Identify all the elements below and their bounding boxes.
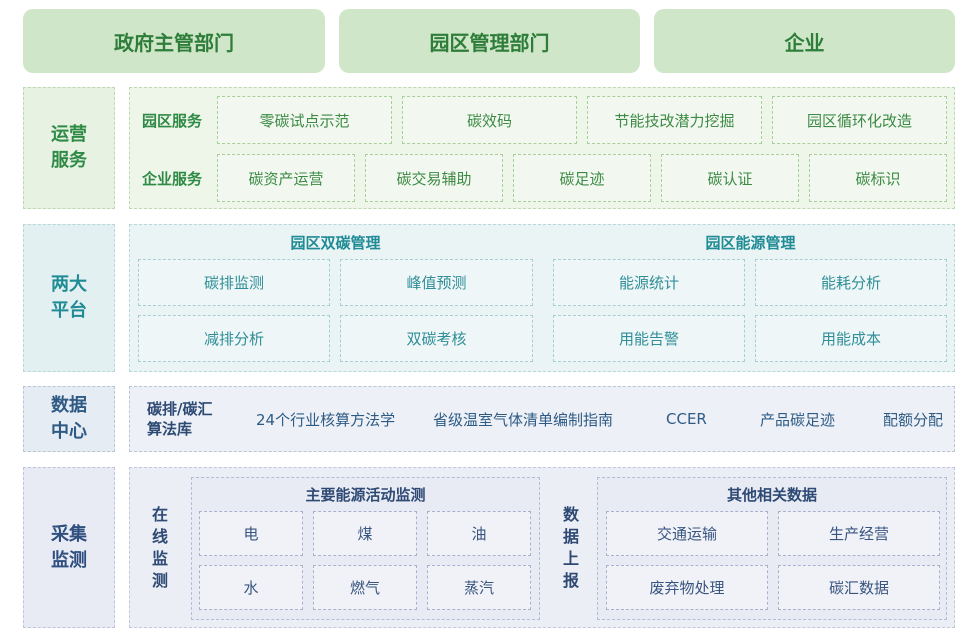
energy-monitoring-title: 主要能源活动监测 [305, 485, 426, 504]
other-data-title: 其他相关数据 [726, 485, 817, 504]
energy-item: 蒸汽 [427, 565, 531, 610]
platform-item: 峰值预测 [340, 259, 533, 306]
energy-item: 电 [199, 511, 303, 556]
enterprise-service-item: 碳足迹 [513, 154, 651, 202]
layer-label-data-center: 数据 中心 [23, 386, 115, 452]
stakeholder-government: 政府主管部门 [23, 9, 325, 73]
platform-right-title: 园区能源管理 [705, 233, 796, 252]
layer-label-ops: 运营 服务 [23, 87, 115, 209]
layer-label-collect: 采集 监测 [23, 467, 115, 628]
park-service-item: 节能技改潜力挖掘 [587, 96, 762, 144]
park-service-label: 园区服务 [142, 111, 203, 130]
park-service-item: 园区循环化改造 [772, 96, 947, 144]
energy-item: 油 [427, 511, 531, 556]
other-data-item: 废弃物处理 [606, 565, 768, 610]
other-data-item: 生产经营 [778, 511, 940, 556]
data-center-item: 省级温室气体清单编制指南 [433, 410, 614, 429]
online-monitoring-label: 在 线 监 测 [151, 505, 168, 590]
platform-left-title: 园区双碳管理 [290, 233, 381, 252]
enterprise-service-label: 企业服务 [142, 169, 203, 188]
enterprise-service-item: 碳资产运营 [217, 154, 355, 202]
enterprise-service-item: 碳交易辅助 [365, 154, 503, 202]
park-service-item: 碳效码 [402, 96, 577, 144]
platform-item: 能源统计 [553, 259, 745, 306]
other-data-item: 交通运输 [606, 511, 768, 556]
platform-item: 用能告警 [553, 315, 745, 362]
other-data-item: 碳汇数据 [778, 565, 940, 610]
data-center-item: 产品碳足迹 [760, 410, 836, 429]
data-center-item: 配额分配 [883, 410, 944, 429]
platform-item: 能耗分析 [755, 259, 947, 306]
platform-item: 双碳考核 [340, 315, 533, 362]
data-center-item: 24个行业核算方法学 [256, 410, 396, 429]
energy-item: 水 [199, 565, 303, 610]
data-report-label: 数 据 上 报 [562, 505, 579, 590]
platform-item: 碳排监测 [138, 259, 330, 306]
stakeholder-enterprise: 企业 [654, 9, 955, 73]
platform-item: 用能成本 [755, 315, 947, 362]
enterprise-service-item: 碳认证 [661, 154, 799, 202]
layer-label-platform: 两大 平台 [23, 224, 115, 372]
stakeholder-park-management: 园区管理部门 [339, 9, 640, 73]
data-center-item: CCER [666, 410, 707, 428]
energy-item: 燃气 [313, 565, 417, 610]
data-center-item: 碳排/碳汇 算法库 [147, 400, 213, 438]
platform-item: 减排分析 [138, 315, 330, 362]
enterprise-service-item: 碳标识 [809, 154, 947, 202]
park-service-item: 零碳试点示范 [217, 96, 392, 144]
energy-item: 煤 [313, 511, 417, 556]
